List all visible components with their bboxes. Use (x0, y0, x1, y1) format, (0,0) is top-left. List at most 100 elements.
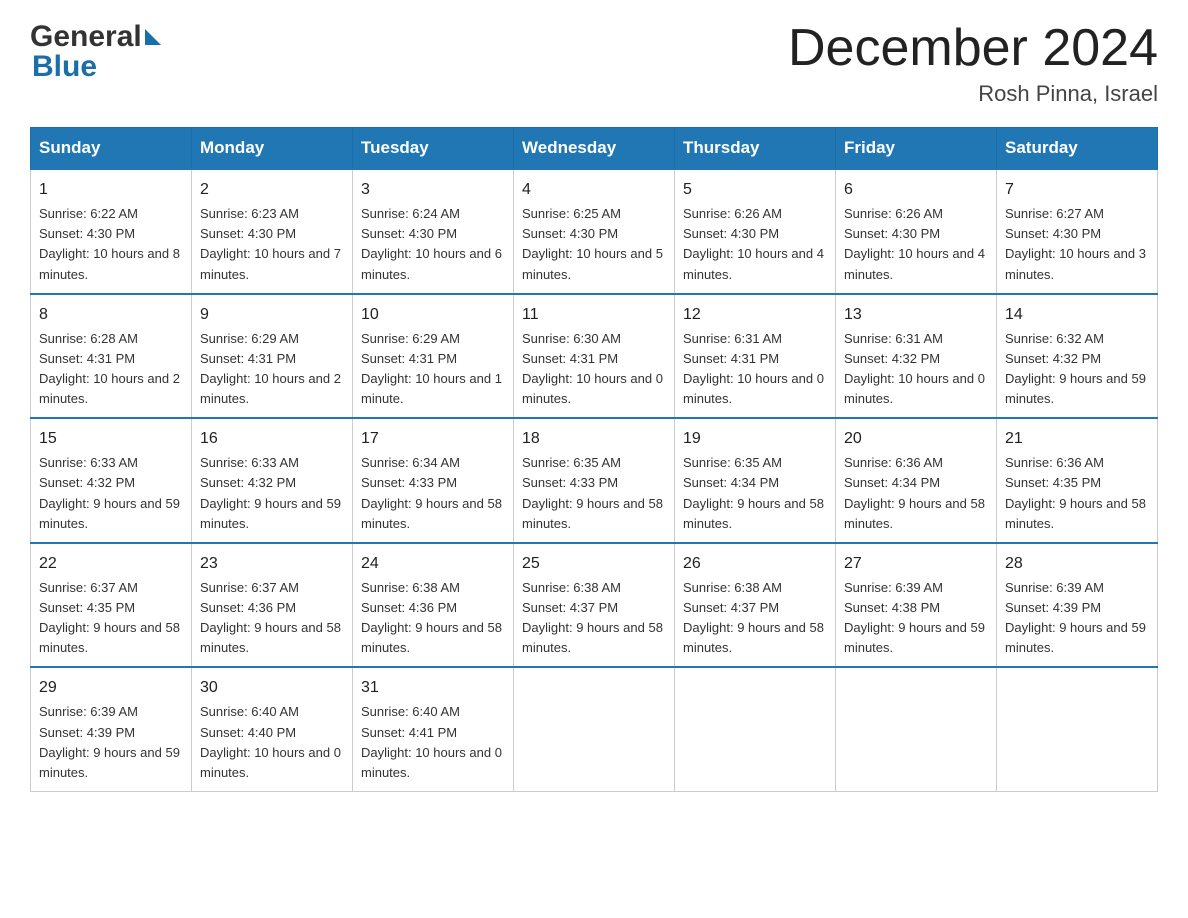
calendar-week-row: 29 Sunrise: 6:39 AMSunset: 4:39 PMDayligh… (31, 667, 1158, 791)
header-friday: Friday (836, 128, 997, 170)
page-subtitle: Rosh Pinna, Israel (788, 81, 1158, 107)
header-thursday: Thursday (675, 128, 836, 170)
title-section: December 2024 Rosh Pinna, Israel (788, 20, 1158, 107)
day-info: Sunrise: 6:36 AMSunset: 4:35 PMDaylight:… (1005, 455, 1146, 530)
table-row (997, 667, 1158, 791)
logo-triangle-icon (145, 29, 161, 45)
calendar-week-row: 22 Sunrise: 6:37 AMSunset: 4:35 PMDayligh… (31, 543, 1158, 668)
day-info: Sunrise: 6:32 AMSunset: 4:32 PMDaylight:… (1005, 331, 1146, 406)
day-number: 29 (39, 676, 183, 700)
day-number: 24 (361, 552, 505, 576)
day-info: Sunrise: 6:26 AMSunset: 4:30 PMDaylight:… (844, 206, 985, 281)
day-number: 30 (200, 676, 344, 700)
day-number: 9 (200, 303, 344, 327)
day-info: Sunrise: 6:39 AMSunset: 4:38 PMDaylight:… (844, 580, 985, 655)
day-info: Sunrise: 6:30 AMSunset: 4:31 PMDaylight:… (522, 331, 663, 406)
day-info: Sunrise: 6:37 AMSunset: 4:35 PMDaylight:… (39, 580, 180, 655)
table-row: 1Sunrise: 6:22 AMSunset: 4:30 PMDaylight… (31, 169, 192, 294)
table-row: 17 Sunrise: 6:34 AMSunset: 4:33 PMDayligh… (353, 418, 514, 543)
table-row: 28Sunrise: 6:39 AMSunset: 4:39 PMDayligh… (997, 543, 1158, 668)
table-row: 11 Sunrise: 6:30 AMSunset: 4:31 PMDayligh… (514, 294, 675, 419)
day-number: 14 (1005, 303, 1149, 327)
page-title: December 2024 (788, 20, 1158, 77)
day-number: 23 (200, 552, 344, 576)
table-row: 4 Sunrise: 6:25 AMSunset: 4:30 PMDaylight… (514, 169, 675, 294)
table-row: 27 Sunrise: 6:39 AMSunset: 4:38 PMDayligh… (836, 543, 997, 668)
day-info: Sunrise: 6:27 AMSunset: 4:30 PMDaylight:… (1005, 206, 1146, 281)
day-number: 10 (361, 303, 505, 327)
logo-blue-text: Blue (30, 50, 161, 84)
day-info: Sunrise: 6:35 AMSunset: 4:34 PMDaylight:… (683, 455, 824, 530)
calendar-week-row: 1Sunrise: 6:22 AMSunset: 4:30 PMDaylight… (31, 169, 1158, 294)
calendar-week-row: 8Sunrise: 6:28 AMSunset: 4:31 PMDaylight… (31, 294, 1158, 419)
table-row: 24 Sunrise: 6:38 AMSunset: 4:36 PMDayligh… (353, 543, 514, 668)
header-tuesday: Tuesday (353, 128, 514, 170)
day-number: 11 (522, 303, 666, 327)
day-info: Sunrise: 6:22 AMSunset: 4:30 PMDaylight:… (39, 206, 180, 281)
day-info: Sunrise: 6:33 AMSunset: 4:32 PMDaylight:… (39, 455, 180, 530)
day-number: 18 (522, 427, 666, 451)
day-number: 31 (361, 676, 505, 700)
day-number: 7 (1005, 178, 1149, 202)
table-row: 12Sunrise: 6:31 AMSunset: 4:31 PMDayligh… (675, 294, 836, 419)
table-row: 6 Sunrise: 6:26 AMSunset: 4:30 PMDaylight… (836, 169, 997, 294)
table-row (514, 667, 675, 791)
day-number: 12 (683, 303, 827, 327)
day-number: 13 (844, 303, 988, 327)
table-row: 9Sunrise: 6:29 AMSunset: 4:31 PMDaylight… (192, 294, 353, 419)
day-info: Sunrise: 6:33 AMSunset: 4:32 PMDaylight:… (200, 455, 341, 530)
table-row: 29 Sunrise: 6:39 AMSunset: 4:39 PMDayligh… (31, 667, 192, 791)
day-info: Sunrise: 6:25 AMSunset: 4:30 PMDaylight:… (522, 206, 663, 281)
day-info: Sunrise: 6:23 AMSunset: 4:30 PMDaylight:… (200, 206, 341, 281)
table-row: 7 Sunrise: 6:27 AMSunset: 4:30 PMDaylight… (997, 169, 1158, 294)
table-row: 26 Sunrise: 6:38 AMSunset: 4:37 PMDayligh… (675, 543, 836, 668)
page-header: General Blue December 2024 Rosh Pinna, I… (30, 20, 1158, 107)
day-info: Sunrise: 6:26 AMSunset: 4:30 PMDaylight:… (683, 206, 824, 281)
day-number: 26 (683, 552, 827, 576)
day-number: 5 (683, 178, 827, 202)
day-number: 21 (1005, 427, 1149, 451)
table-row: 8Sunrise: 6:28 AMSunset: 4:31 PMDaylight… (31, 294, 192, 419)
day-info: Sunrise: 6:24 AMSunset: 4:30 PMDaylight:… (361, 206, 502, 281)
day-number: 25 (522, 552, 666, 576)
day-info: Sunrise: 6:38 AMSunset: 4:37 PMDaylight:… (683, 580, 824, 655)
table-row: 30 Sunrise: 6:40 AMSunset: 4:40 PMDayligh… (192, 667, 353, 791)
table-row (836, 667, 997, 791)
table-row: 22 Sunrise: 6:37 AMSunset: 4:35 PMDayligh… (31, 543, 192, 668)
day-number: 22 (39, 552, 183, 576)
day-info: Sunrise: 6:29 AMSunset: 4:31 PMDaylight:… (361, 331, 502, 406)
table-row: 3 Sunrise: 6:24 AMSunset: 4:30 PMDaylight… (353, 169, 514, 294)
table-row: 2Sunrise: 6:23 AMSunset: 4:30 PMDaylight… (192, 169, 353, 294)
day-number: 15 (39, 427, 183, 451)
day-number: 27 (844, 552, 988, 576)
day-info: Sunrise: 6:36 AMSunset: 4:34 PMDaylight:… (844, 455, 985, 530)
day-number: 6 (844, 178, 988, 202)
day-number: 19 (683, 427, 827, 451)
table-row: 14 Sunrise: 6:32 AMSunset: 4:32 PMDayligh… (997, 294, 1158, 419)
header-sunday: Sunday (31, 128, 192, 170)
day-number: 3 (361, 178, 505, 202)
day-number: 4 (522, 178, 666, 202)
day-info: Sunrise: 6:40 AMSunset: 4:40 PMDaylight:… (200, 704, 341, 779)
day-info: Sunrise: 6:38 AMSunset: 4:36 PMDaylight:… (361, 580, 502, 655)
day-info: Sunrise: 6:37 AMSunset: 4:36 PMDaylight:… (200, 580, 341, 655)
calendar-header-row: Sunday Monday Tuesday Wednesday Thursday… (31, 128, 1158, 170)
day-info: Sunrise: 6:39 AMSunset: 4:39 PMDaylight:… (39, 704, 180, 779)
day-info: Sunrise: 6:31 AMSunset: 4:32 PMDaylight:… (844, 331, 985, 406)
table-row (675, 667, 836, 791)
day-number: 28 (1005, 552, 1149, 576)
table-row: 5 Sunrise: 6:26 AMSunset: 4:30 PMDaylight… (675, 169, 836, 294)
day-info: Sunrise: 6:40 AMSunset: 4:41 PMDaylight:… (361, 704, 502, 779)
logo-line1: General (30, 20, 161, 54)
table-row: 10 Sunrise: 6:29 AMSunset: 4:31 PMDayligh… (353, 294, 514, 419)
header-monday: Monday (192, 128, 353, 170)
header-wednesday: Wednesday (514, 128, 675, 170)
day-number: 17 (361, 427, 505, 451)
day-info: Sunrise: 6:34 AMSunset: 4:33 PMDaylight:… (361, 455, 502, 530)
table-row: 25Sunrise: 6:38 AMSunset: 4:37 PMDayligh… (514, 543, 675, 668)
table-row: 18Sunrise: 6:35 AMSunset: 4:33 PMDayligh… (514, 418, 675, 543)
table-row: 31 Sunrise: 6:40 AMSunset: 4:41 PMDayligh… (353, 667, 514, 791)
day-number: 16 (200, 427, 344, 451)
calendar-week-row: 15 Sunrise: 6:33 AMSunset: 4:32 PMDayligh… (31, 418, 1158, 543)
table-row: 15 Sunrise: 6:33 AMSunset: 4:32 PMDayligh… (31, 418, 192, 543)
